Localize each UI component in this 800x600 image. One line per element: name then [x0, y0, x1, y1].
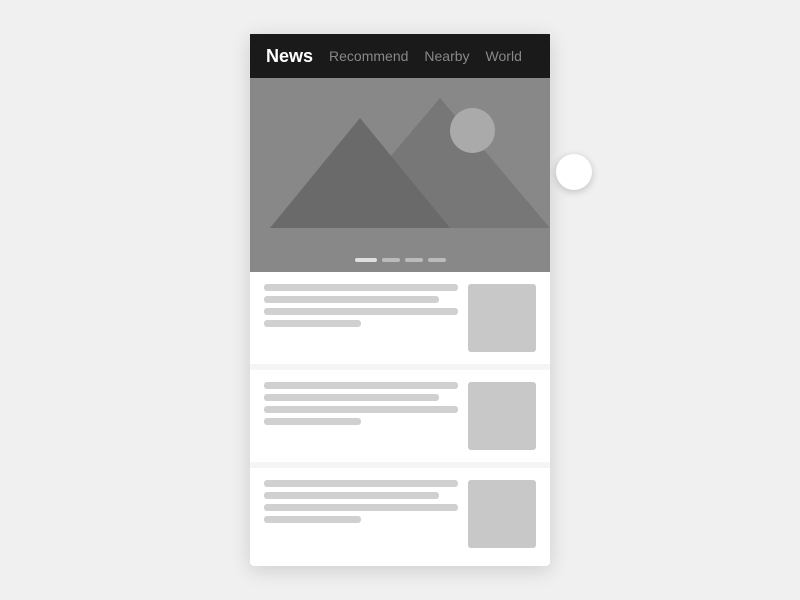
sun-circle: [450, 108, 495, 153]
text-line: [264, 480, 458, 487]
dot-4[interactable]: [428, 258, 446, 262]
text-line: [264, 418, 361, 425]
text-line: [264, 320, 361, 327]
news-item[interactable]: [250, 468, 550, 560]
dot-2[interactable]: [382, 258, 400, 262]
news-text-block: [264, 284, 458, 327]
text-line: [264, 382, 458, 389]
tab-bar: News Recommend Nearby World: [250, 34, 550, 78]
float-button[interactable]: [556, 154, 592, 190]
news-text-block: [264, 382, 458, 425]
text-line: [264, 504, 458, 511]
text-line: [264, 516, 361, 523]
tab-world[interactable]: World: [486, 44, 522, 68]
text-line: [264, 394, 439, 401]
mountain-left: [270, 118, 450, 228]
news-list: [250, 272, 550, 560]
hero-illustration: [250, 78, 550, 228]
news-thumbnail: [468, 480, 536, 548]
tab-recommend[interactable]: Recommend: [329, 44, 408, 68]
tab-news[interactable]: News: [266, 42, 313, 71]
text-line: [264, 492, 439, 499]
news-thumbnail: [468, 284, 536, 352]
tab-nearby[interactable]: Nearby: [424, 44, 469, 68]
carousel-dots: [250, 248, 550, 272]
text-line: [264, 296, 439, 303]
news-item[interactable]: [250, 272, 550, 364]
text-line: [264, 406, 458, 413]
news-thumbnail: [468, 382, 536, 450]
text-line: [264, 308, 458, 315]
news-text-block: [264, 480, 458, 523]
hero-banner: [250, 78, 550, 248]
phone-frame: News Recommend Nearby World: [250, 34, 550, 566]
dot-3[interactable]: [405, 258, 423, 262]
text-line: [264, 284, 458, 291]
dot-1[interactable]: [355, 258, 377, 262]
news-item[interactable]: [250, 370, 550, 462]
